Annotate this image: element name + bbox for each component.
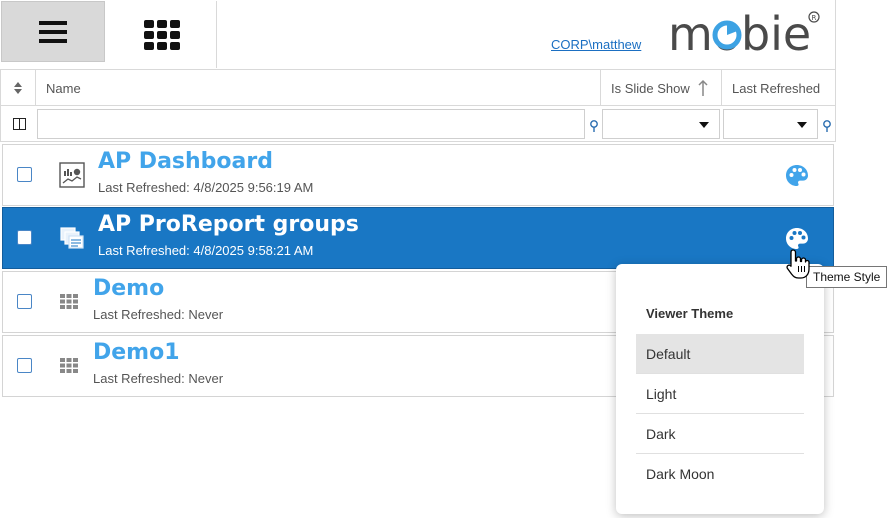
- row-title[interactable]: Demo: [93, 276, 164, 301]
- mobie-logo: mobie R: [668, 8, 820, 56]
- row-subtitle: Last Refreshed: 4/8/2025 9:56:19 AM: [98, 180, 314, 195]
- grid-icon: [60, 358, 78, 373]
- last-refreshed-column-label: Last Refreshed: [732, 80, 821, 96]
- row-title[interactable]: AP Dashboard: [98, 149, 273, 174]
- apps-button[interactable]: [107, 1, 217, 68]
- name-filter-input[interactable]: [37, 109, 585, 139]
- name-column-header[interactable]: Name: [36, 70, 601, 106]
- theme-style-tooltip: Theme Style: [806, 266, 888, 288]
- filter-row: [0, 106, 836, 142]
- row-checkbox[interactable]: [17, 167, 32, 182]
- dashboard-icon: [59, 162, 85, 188]
- row-checkbox[interactable]: [17, 294, 32, 309]
- palette-icon[interactable]: [784, 163, 810, 189]
- sort-icon: [14, 82, 22, 94]
- slide-show-filter-select[interactable]: [602, 109, 720, 139]
- grid-icon: [143, 19, 180, 50]
- row-checkbox[interactable]: [17, 230, 32, 245]
- theme-menu-title: Viewer Theme: [646, 306, 734, 321]
- sort-column-header[interactable]: [1, 70, 36, 106]
- last-refreshed-column-header[interactable]: Last Refreshed: [722, 70, 836, 106]
- column-chooser-icon[interactable]: [13, 118, 26, 130]
- row-subtitle: Last Refreshed: Never: [93, 307, 224, 322]
- table-header: Name Is Slide Show Last Refreshed: [0, 70, 836, 106]
- hamburger-icon: [39, 20, 67, 43]
- slide-show-column-label: Is Slide Show: [611, 80, 690, 96]
- row-title[interactable]: AP ProReport groups: [98, 212, 359, 237]
- row-subtitle: Last Refreshed: 4/8/2025 9:58:21 AM: [98, 243, 314, 258]
- theme-option-dark[interactable]: Dark: [636, 414, 804, 454]
- filter-pin-icon[interactable]: [822, 120, 832, 132]
- theme-option-light[interactable]: Light: [636, 374, 804, 414]
- report-groups-icon: [60, 227, 84, 249]
- app-root: CORP\matthew mobie R Name Is Slide Show …: [0, 0, 889, 518]
- theme-menu: Viewer Theme Default Light Dark Dark Moo…: [616, 264, 824, 514]
- row-title[interactable]: Demo1: [93, 340, 180, 365]
- user-link[interactable]: CORP\matthew: [551, 37, 641, 52]
- svg-text:R: R: [812, 14, 817, 22]
- last-refreshed-filter-select[interactable]: [723, 109, 818, 139]
- sort-ascending-icon: [698, 79, 708, 96]
- name-column-label: Name: [46, 80, 81, 96]
- filter-pin-icon[interactable]: [589, 120, 599, 132]
- hand-cursor-icon: [786, 249, 810, 279]
- slide-show-column-header[interactable]: Is Slide Show: [601, 70, 722, 106]
- menu-button[interactable]: [1, 1, 105, 62]
- row-checkbox[interactable]: [17, 358, 32, 373]
- row-subtitle: Last Refreshed: Never: [93, 371, 224, 386]
- theme-option-default[interactable]: Default: [636, 334, 804, 374]
- header: CORP\matthew mobie R: [0, 0, 836, 70]
- grid-icon: [60, 294, 78, 309]
- list-item[interactable]: AP Dashboard Last Refreshed: 4/8/2025 9:…: [2, 144, 834, 206]
- chevron-down-icon: [797, 122, 807, 128]
- list-item-selected[interactable]: AP ProReport groups Last Refreshed: 4/8/…: [2, 207, 834, 269]
- chevron-down-icon: [699, 122, 709, 128]
- theme-option-dark-moon[interactable]: Dark Moon: [636, 454, 804, 494]
